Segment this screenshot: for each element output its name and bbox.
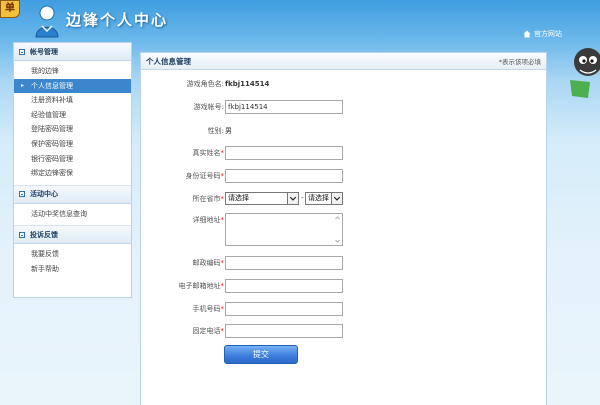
official-site-label: 官方网站 — [534, 30, 562, 38]
province-city-label: 所在省市* — [124, 192, 225, 206]
home-icon — [523, 30, 531, 38]
sidebar-item-experience[interactable]: 经验值管理 — [14, 108, 131, 123]
label-text: 所在省市 — [192, 195, 221, 203]
required-mark: * — [220, 327, 225, 335]
id-number-label: 身份证号码* — [124, 169, 225, 183]
row-account: 游戏帐号: — [141, 100, 548, 114]
game-name-value: fkbj114514 — [225, 80, 270, 88]
scrollbar-icon[interactable] — [333, 214, 342, 245]
collapse-icon — [19, 191, 25, 198]
sidebar-item-bank-password[interactable]: 银行密码管理 — [14, 152, 131, 167]
label-text: 邮政编码 — [192, 259, 221, 267]
main-panel: 个人信息管理 *表示该项必填 游戏角色名: fkbj114514 游戏帐号: 性… — [140, 52, 547, 405]
phone-field[interactable] — [225, 324, 343, 338]
collapse-icon — [19, 231, 25, 238]
row-id-number: 身份证号码* — [141, 169, 548, 183]
sidebar-item-login-password[interactable]: 登陆密码管理 — [14, 122, 131, 137]
label-text: 电子邮箱地址 — [178, 282, 221, 290]
phone-label: 固定电话* — [124, 324, 225, 338]
corner-badge: 单 — [0, 0, 20, 18]
label-text: 真实姓名 — [192, 149, 221, 157]
row-real-name: 真实姓名* — [141, 146, 548, 160]
sidebar-item-help[interactable]: 新手帮助 — [14, 262, 131, 277]
sidebar-group-title: 活动中心 — [30, 190, 58, 199]
panel-header: 个人信息管理 *表示该项必填 — [141, 53, 546, 70]
sidebar-item-security-bind[interactable]: 绑定边锋密保 — [14, 166, 131, 181]
address-textarea[interactable] — [225, 213, 343, 246]
sidebar-group-items: 我要反馈 新手帮助 — [14, 244, 131, 280]
label-text: 手机号码 — [192, 305, 221, 313]
sidebar-group-account[interactable]: 帐号管理 — [14, 43, 131, 61]
required-mark: * — [220, 149, 225, 157]
sidebar-group-items: 我的边锋 个人信息管理 注册资料补填 经验值管理 登陆密码管理 保护密码管理 银… — [14, 61, 131, 186]
required-mark: * — [220, 259, 225, 267]
label-text: 身份证号码 — [185, 172, 221, 180]
required-mark: * — [220, 282, 225, 290]
mobile-label: 手机号码* — [124, 302, 225, 316]
label-text: 固定电话 — [192, 327, 221, 335]
row-address: 详细地址* — [141, 213, 548, 247]
required-mark: * — [220, 305, 225, 313]
sidebar-item-personal-info[interactable]: 个人信息管理 — [14, 78, 131, 94]
city-select-value: 请选择 — [308, 194, 329, 202]
game-name-label: 游戏角色名: — [186, 80, 224, 88]
sidebar-group-feedback[interactable]: 投诉反馈 — [14, 226, 131, 245]
mascot-decoration-icon — [570, 48, 600, 98]
sidebar-group-title: 帐号管理 — [30, 47, 58, 56]
official-site-link[interactable]: 官方网站 — [523, 29, 562, 39]
sidebar-item-feedback[interactable]: 我要反馈 — [14, 247, 131, 262]
real-name-field[interactable] — [225, 146, 343, 160]
required-mark: * — [220, 172, 225, 180]
user-avatar-icon — [35, 5, 59, 38]
gender-label: 性别: — [207, 127, 224, 135]
sidebar: 帐号管理 我的边锋 个人信息管理 注册资料补填 经验值管理 登陆密码管理 保护密… — [13, 42, 132, 298]
province-select[interactable]: 请选择 — [225, 192, 299, 205]
sidebar-item-protect-password[interactable]: 保护密码管理 — [14, 137, 131, 152]
row-gender: 性别: 男 — [141, 124, 548, 138]
row-postcode: 邮政编码* — [141, 256, 548, 270]
submit-button[interactable]: 提交 — [224, 345, 298, 364]
page-header: 单 边锋个人中心 官方网站 — [0, 0, 600, 42]
separator: - — [301, 194, 304, 202]
sidebar-group-activity[interactable]: 活动中心 — [14, 185, 131, 204]
gender-value: 男 — [225, 127, 232, 135]
province-select-value: 请选择 — [228, 194, 249, 202]
required-mark: * — [220, 195, 225, 203]
required-note: *表示该项必填 — [498, 58, 541, 66]
real-name-label: 真实姓名* — [124, 146, 225, 160]
row-phone: 固定电话* — [141, 324, 548, 338]
sidebar-item-prize-query[interactable]: 活动中奖信息查询 — [14, 207, 131, 222]
email-label: 电子邮箱地址* — [124, 279, 225, 293]
email-field[interactable] — [225, 279, 343, 293]
account-label: 游戏帐号: — [193, 103, 224, 111]
city-select[interactable]: 请选择 — [305, 192, 343, 205]
account-field[interactable] — [225, 100, 343, 114]
postcode-label: 邮政编码* — [124, 256, 225, 270]
postcode-field[interactable] — [225, 256, 343, 270]
collapse-icon — [19, 48, 25, 55]
sidebar-group-title: 投诉反馈 — [30, 230, 58, 239]
required-mark: * — [220, 216, 225, 224]
address-label: 详细地址* — [124, 213, 225, 227]
id-number-field[interactable] — [225, 169, 343, 183]
row-game-name: 游戏角色名: fkbj114514 — [141, 77, 548, 91]
label-text: 详细地址 — [192, 216, 221, 224]
sidebar-item-my-account[interactable]: 我的边锋 — [14, 64, 131, 79]
row-province-city: 所在省市* 请选择 - 请选择 — [141, 192, 548, 206]
panel-title: 个人信息管理 — [146, 56, 191, 66]
sidebar-item-registration[interactable]: 注册资料补填 — [14, 93, 131, 108]
row-email: 电子邮箱地址* — [141, 279, 548, 293]
mobile-field[interactable] — [225, 302, 343, 316]
site-title: 边锋个人中心 — [66, 11, 169, 29]
chevron-down-icon — [331, 193, 342, 204]
chevron-down-icon — [287, 193, 298, 204]
row-mobile: 手机号码* — [141, 302, 548, 316]
sidebar-group-items: 活动中奖信息查询 — [14, 204, 131, 227]
